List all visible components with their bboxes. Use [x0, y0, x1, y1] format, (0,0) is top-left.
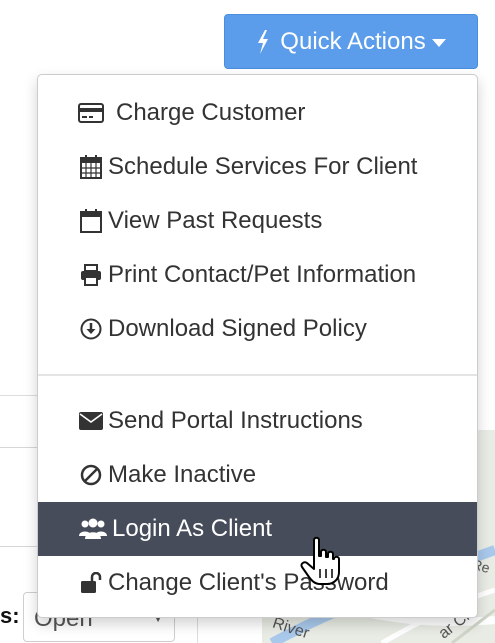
menu-divider [38, 374, 477, 376]
calendar-grid-icon [78, 155, 104, 179]
bolt-icon [258, 29, 269, 54]
hand-cursor-icon [300, 536, 340, 585]
menu-item-label: Login As Client [112, 515, 273, 542]
menu-item-send-portal-instructions[interactable]: Send Portal Instructions [38, 394, 477, 448]
background-panel [0, 447, 40, 547]
menu-item-label: Send Portal Instructions [108, 407, 363, 434]
menu-item-charge-customer[interactable]: Charge Customer [38, 86, 477, 140]
menu-item-download-policy[interactable]: Download Signed Policy [38, 302, 477, 356]
download-circle-icon [78, 317, 104, 341]
menu-item-print-contact[interactable]: Print Contact/Pet Information [38, 248, 477, 302]
unlock-icon [78, 571, 104, 595]
quick-actions-menu: Charge Customer Schedule Services For Cl… [37, 74, 478, 618]
ban-icon [78, 463, 104, 487]
envelope-icon [78, 409, 104, 433]
background-divider [0, 395, 40, 396]
menu-item-label: Print Contact/Pet Information [108, 261, 417, 288]
calendar-icon [78, 209, 104, 233]
menu-item-label: View Past Requests [108, 207, 323, 234]
menu-item-schedule-services[interactable]: Schedule Services For Client [38, 140, 477, 194]
menu-item-make-inactive[interactable]: Make Inactive [38, 448, 477, 502]
credit-card-icon [78, 101, 104, 125]
menu-item-label: Change Client's Password [108, 569, 389, 596]
printer-icon [78, 263, 104, 287]
menu-item-change-password[interactable]: Change Client's Password [38, 556, 477, 610]
menu-item-login-as-client[interactable]: Login As Client [38, 502, 477, 556]
menu-item-label: Charge Customer [116, 99, 306, 126]
status-label: s: [0, 603, 20, 628]
users-icon [78, 517, 108, 541]
caret-down-icon [431, 39, 446, 47]
menu-item-view-past-requests[interactable]: View Past Requests [38, 194, 477, 248]
menu-item-label: Schedule Services For Client [108, 153, 418, 180]
menu-item-label: Make Inactive [108, 461, 257, 488]
menu-item-label: Download Signed Policy [108, 315, 367, 342]
quick-actions-label: Quick Actions [280, 27, 426, 55]
quick-actions-button[interactable]: Quick Actions [224, 14, 478, 69]
